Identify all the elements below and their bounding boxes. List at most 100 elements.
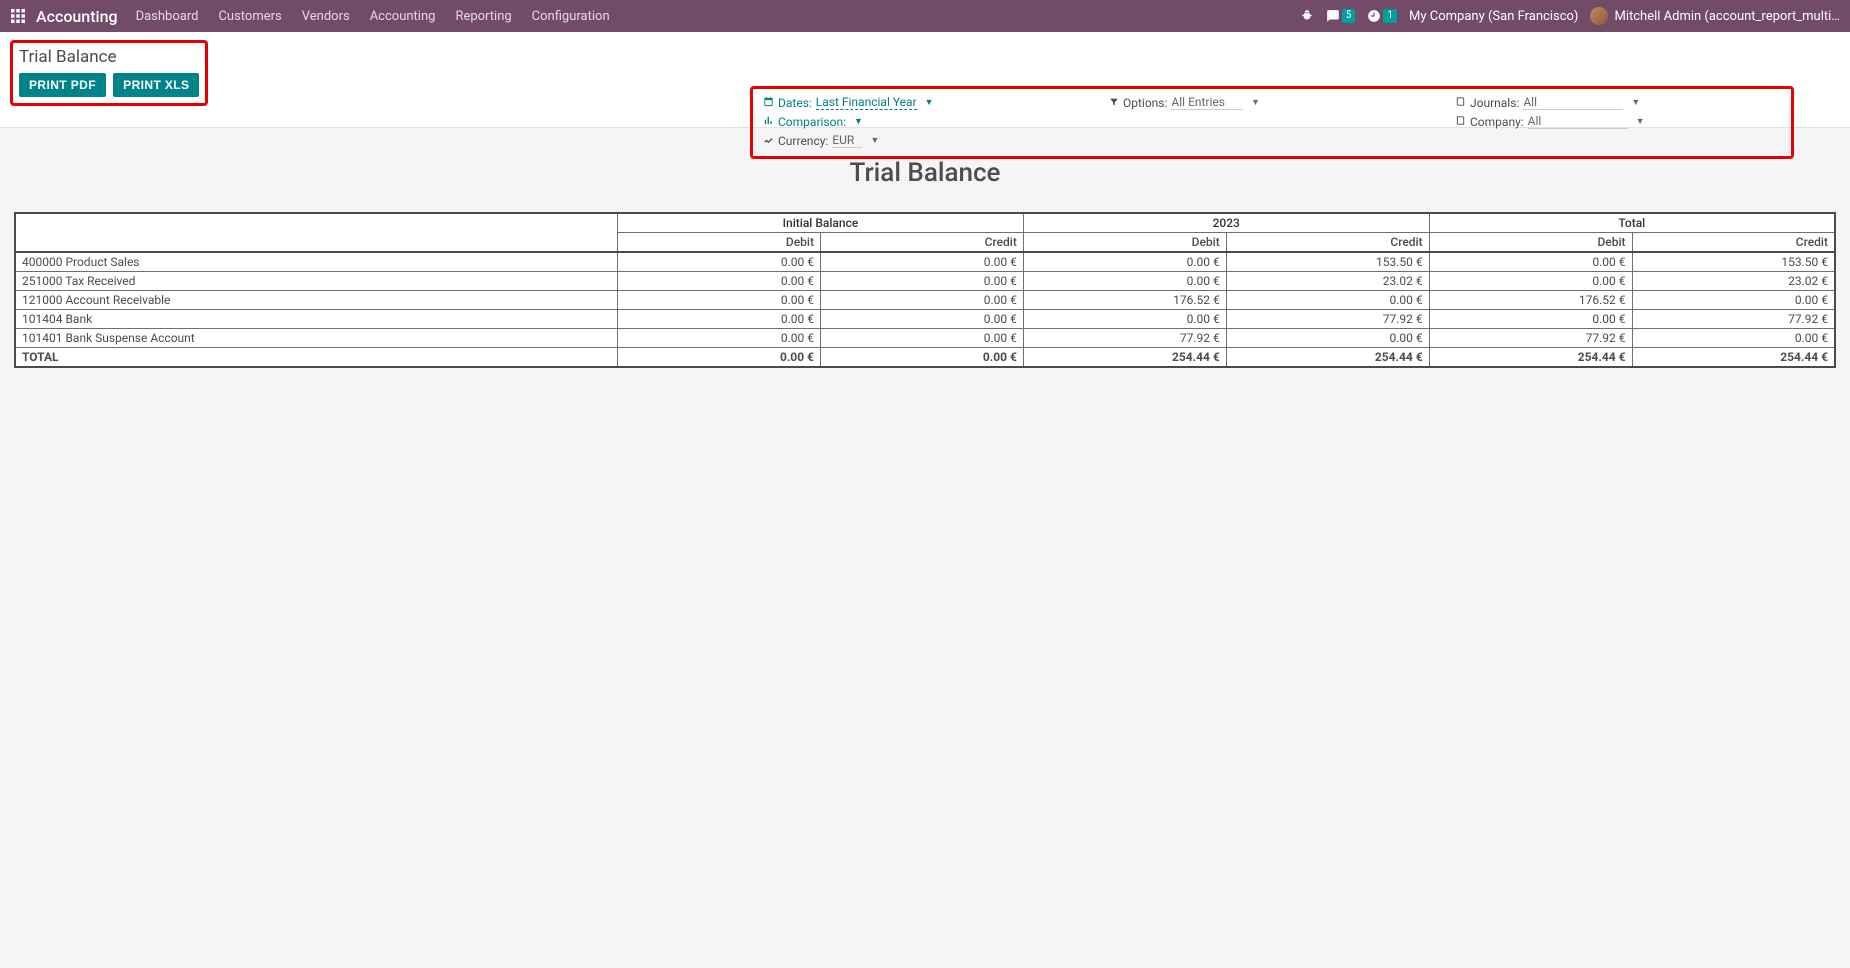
report-title: Trial Balance [14,158,1836,188]
cell-value: 176.52 € [1429,291,1632,310]
filter-company[interactable]: Company: All ▼ [1455,114,1781,129]
nav-reporting[interactable]: Reporting [455,9,511,24]
journals-label: Journals: [1470,96,1519,110]
book-icon [1455,115,1466,129]
cell-value: 0.00 € [1632,291,1835,310]
account-name: 121000 Account Receivable [15,291,618,310]
cell-value: 254.44 € [1023,348,1226,368]
cell-value: 77.92 € [1023,329,1226,348]
cell-value: 0.00 € [820,329,1023,348]
company-label: Company: [1470,115,1524,129]
bug-icon[interactable] [1300,9,1314,23]
comparison-label: Comparison: [778,115,846,129]
page-title: Trial Balance [19,47,199,67]
cell-value: 0.00 € [820,252,1023,272]
user-menu[interactable]: Mitchell Admin (account_report_multi… [1590,7,1840,25]
cell-value: 0.00 € [618,272,821,291]
cell-value: 77.92 € [1632,310,1835,329]
caret-down-icon[interactable]: ▼ [1251,97,1260,108]
group-initial: Initial Balance [618,213,1024,233]
messages-icon[interactable]: 5 [1326,9,1356,23]
account-name: 101404 Bank [15,310,618,329]
cell-value: 153.50 € [1226,252,1429,272]
group-total: Total [1429,213,1835,233]
cell-value: 0.00 € [1429,252,1632,272]
avatar [1590,7,1608,25]
trial-balance-table: Initial Balance 2023 Total Debit Credit … [14,212,1836,368]
cell-value: 0.00 € [618,348,821,368]
funnel-icon [1109,96,1119,110]
col-debit: Debit [1023,233,1226,253]
cell-value: 0.00 € [820,291,1023,310]
cell-value: 0.00 € [1429,310,1632,329]
cell-value: 77.92 € [1429,329,1632,348]
cell-value: 153.50 € [1632,252,1835,272]
book-icon [1455,96,1466,110]
table-row[interactable]: 101404 Bank0.00 €0.00 €0.00 €77.92 €0.00… [15,310,1835,329]
total-row: TOTAL0.00 €0.00 €254.44 €254.44 €254.44 … [15,348,1835,368]
apps-icon[interactable] [10,8,26,24]
caret-down-icon[interactable]: ▼ [854,116,863,127]
cell-value: 0.00 € [1023,252,1226,272]
company-switcher[interactable]: My Company (San Francisco) [1409,9,1578,24]
cell-value: 254.44 € [1429,348,1632,368]
print-xls-button[interactable]: PRINT XLS [113,73,199,97]
nav-configuration[interactable]: Configuration [532,9,610,24]
cell-value: 0.00 € [1226,291,1429,310]
table-row[interactable]: 400000 Product Sales0.00 €0.00 €0.00 €15… [15,252,1835,272]
filter-currency[interactable]: Currency: EUR ▼ [763,133,1089,148]
caret-down-icon[interactable]: ▼ [925,97,934,108]
journals-value[interactable]: All [1523,95,1623,110]
dates-value[interactable]: Last Financial Year [816,95,917,110]
cell-value: 0.00 € [618,252,821,272]
filter-comparison[interactable]: Comparison: ▼ [763,114,1089,129]
options-value[interactable]: All Entries [1171,95,1243,110]
print-pdf-button[interactable]: PRINT PDF [19,73,106,97]
cell-value: 0.00 € [1429,272,1632,291]
caret-down-icon[interactable]: ▼ [1636,116,1645,127]
cell-value: 0.00 € [1023,272,1226,291]
cell-value: 0.00 € [1632,329,1835,348]
currency-value[interactable]: EUR [832,133,862,148]
cell-value: 176.52 € [1023,291,1226,310]
company-value[interactable]: All [1528,114,1628,129]
col-debit: Debit [1429,233,1632,253]
calendar-icon [763,96,774,110]
cell-value: 0.00 € [820,310,1023,329]
app-brand[interactable]: Accounting [36,7,118,26]
nav-customers[interactable]: Customers [218,9,281,24]
bar-chart-icon [763,115,774,129]
table-row[interactable]: 101401 Bank Suspense Account0.00 €0.00 €… [15,329,1835,348]
options-label: Options: [1123,96,1167,110]
cell-value: 0.00 € [1023,310,1226,329]
account-name: 400000 Product Sales [15,252,618,272]
caret-down-icon[interactable]: ▼ [1631,97,1640,108]
cell-value: 0.00 € [1226,329,1429,348]
table-row[interactable]: 251000 Tax Received0.00 €0.00 €0.00 €23.… [15,272,1835,291]
table-row[interactable]: 121000 Account Receivable0.00 €0.00 €176… [15,291,1835,310]
nav-dashboard[interactable]: Dashboard [136,9,199,24]
caret-down-icon[interactable]: ▼ [870,135,879,146]
filter-options[interactable]: Options: All Entries ▼ [1109,95,1435,110]
cell-value: 77.92 € [1226,310,1429,329]
nav-accounting[interactable]: Accounting [370,9,436,24]
line-chart-icon [763,134,774,148]
filter-journals[interactable]: Journals: All ▼ [1455,95,1781,110]
currency-label: Currency: [778,134,828,148]
col-debit: Debit [618,233,821,253]
user-name: Mitchell Admin (account_report_multi… [1614,9,1840,24]
group-year: 2023 [1023,213,1429,233]
cell-value: 0.00 € [618,329,821,348]
title-actions-highlight: Trial Balance PRINT PDF PRINT XLS [10,40,208,106]
top-navbar: Accounting Dashboard Customers Vendors A… [0,0,1850,32]
filter-dates[interactable]: Dates: Last Financial Year ▼ [763,95,1089,110]
control-panel: Trial Balance PRINT PDF PRINT XLS Dates:… [0,32,1850,128]
cell-value: 254.44 € [1226,348,1429,368]
nav-vendors[interactable]: Vendors [302,9,350,24]
cell-value: 23.02 € [1632,272,1835,291]
col-credit: Credit [820,233,1023,253]
cell-value: 0.00 € [618,291,821,310]
activities-icon[interactable]: 1 [1367,9,1397,23]
cell-value: 0.00 € [820,348,1023,368]
activities-badge: 1 [1383,9,1397,23]
